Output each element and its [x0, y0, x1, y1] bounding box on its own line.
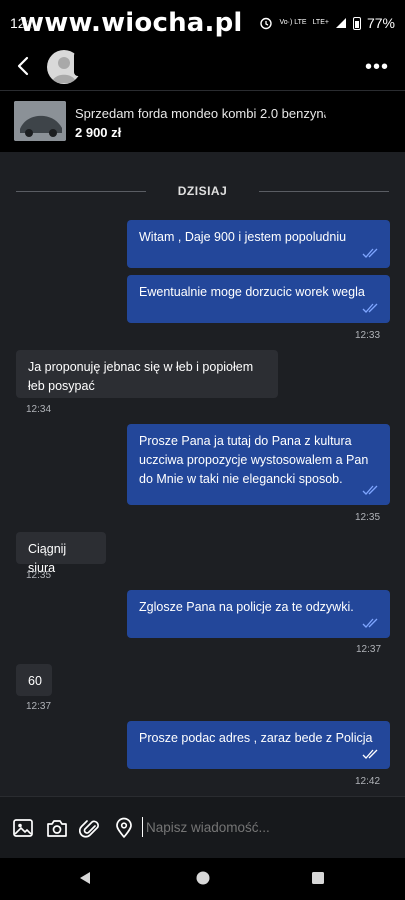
message-composer: [0, 796, 405, 858]
alarm-icon: [260, 17, 273, 30]
status-icons: Vo·) LTE LTE+ 77%: [259, 15, 395, 31]
message-bubble-incoming[interactable]: Ciągnij siura: [16, 532, 106, 575]
message-text: Prosze podac adres , zaraz bede z Policj…: [139, 731, 373, 745]
read-receipt-icon: [362, 248, 378, 258]
message-text: Witam , Daje 900 i jestem popoludniu: [139, 230, 347, 244]
battery-icon: [352, 16, 361, 30]
message-time: 12:35: [355, 512, 381, 523]
message-bubble-outgoing[interactable]: Prosze Pana ja tutaj do Pana z kultura u…: [127, 424, 390, 505]
read-receipt-icon: [362, 618, 378, 628]
read-receipt-icon: [362, 303, 378, 313]
read-receipt-icon: [362, 749, 378, 759]
redacted-name: [74, 50, 220, 76]
message-bubble-outgoing[interactable]: Witam , Daje 900 i jestem popoludniu: [127, 220, 390, 268]
back-arrow-icon[interactable]: [12, 54, 36, 78]
message-bubble-incoming[interactable]: Ja proponuję jebnac się w łeb i popiołem…: [16, 350, 278, 398]
chat-header: •••: [0, 44, 405, 90]
camera-icon[interactable]: [46, 817, 68, 839]
message-time: 12:37: [26, 701, 52, 712]
day-separator: DZISIAJ: [16, 184, 389, 198]
signal-label: LTE+: [312, 19, 329, 26]
image-icon[interactable]: [12, 817, 34, 839]
redacted-title-end: [325, 99, 363, 125]
system-nav-bar: [0, 858, 405, 900]
message-text: Ewentualnie moge dorzucic worek wegla: [139, 285, 365, 299]
message-time: 12:42: [355, 776, 381, 787]
signal-icon: [335, 18, 346, 28]
message-input[interactable]: [142, 817, 392, 837]
listing-card[interactable]: Sprzedam forda mondeo kombi 2.0 benzyna …: [0, 90, 405, 152]
message-time: 12:35: [26, 570, 52, 581]
message-bubble-incoming[interactable]: 60: [16, 664, 52, 696]
nav-recents-icon[interactable]: [311, 870, 325, 886]
listing-thumbnail: [14, 101, 66, 141]
more-dots-icon[interactable]: •••: [365, 56, 389, 79]
listing-price: 2 900 zł: [75, 125, 122, 140]
network-label: Vo·) LTE: [279, 19, 307, 26]
message-text: Prosze Pana ja tutaj do Pana z kultura u…: [139, 434, 369, 486]
read-receipt-icon: [362, 485, 378, 495]
location-icon[interactable]: [113, 817, 135, 839]
listing-title: Sprzedam forda mondeo kombi 2.0 benzyna: [75, 106, 331, 121]
message-time: 12:33: [355, 330, 381, 341]
message-bubble-outgoing[interactable]: Prosze podac adres , zaraz bede z Policj…: [127, 721, 390, 769]
nav-back-icon[interactable]: [77, 870, 93, 886]
message-text: Ja proponuję jebnac się w łeb i popiołem…: [28, 360, 254, 393]
watermark: www.wiocha.pl: [20, 8, 243, 38]
divider: [259, 191, 389, 192]
attachment-icon[interactable]: [79, 817, 101, 839]
status-bar: 12:... www.wiocha.pl Vo·) LTE LTE+ 77%: [0, 0, 405, 44]
message-time: 12:37: [356, 644, 382, 655]
message-bubble-outgoing[interactable]: Zglosze Pana na policje za te odzywki.: [127, 590, 390, 638]
message-bubble-outgoing[interactable]: Ewentualnie moge dorzucic worek wegla: [127, 275, 390, 323]
nav-home-icon[interactable]: [195, 870, 211, 886]
battery-percent: 77%: [366, 15, 395, 31]
message-time: 12:34: [26, 404, 52, 415]
message-text: 60: [28, 674, 42, 688]
message-text: Zglosze Pana na policje za te odzywki.: [139, 600, 354, 614]
